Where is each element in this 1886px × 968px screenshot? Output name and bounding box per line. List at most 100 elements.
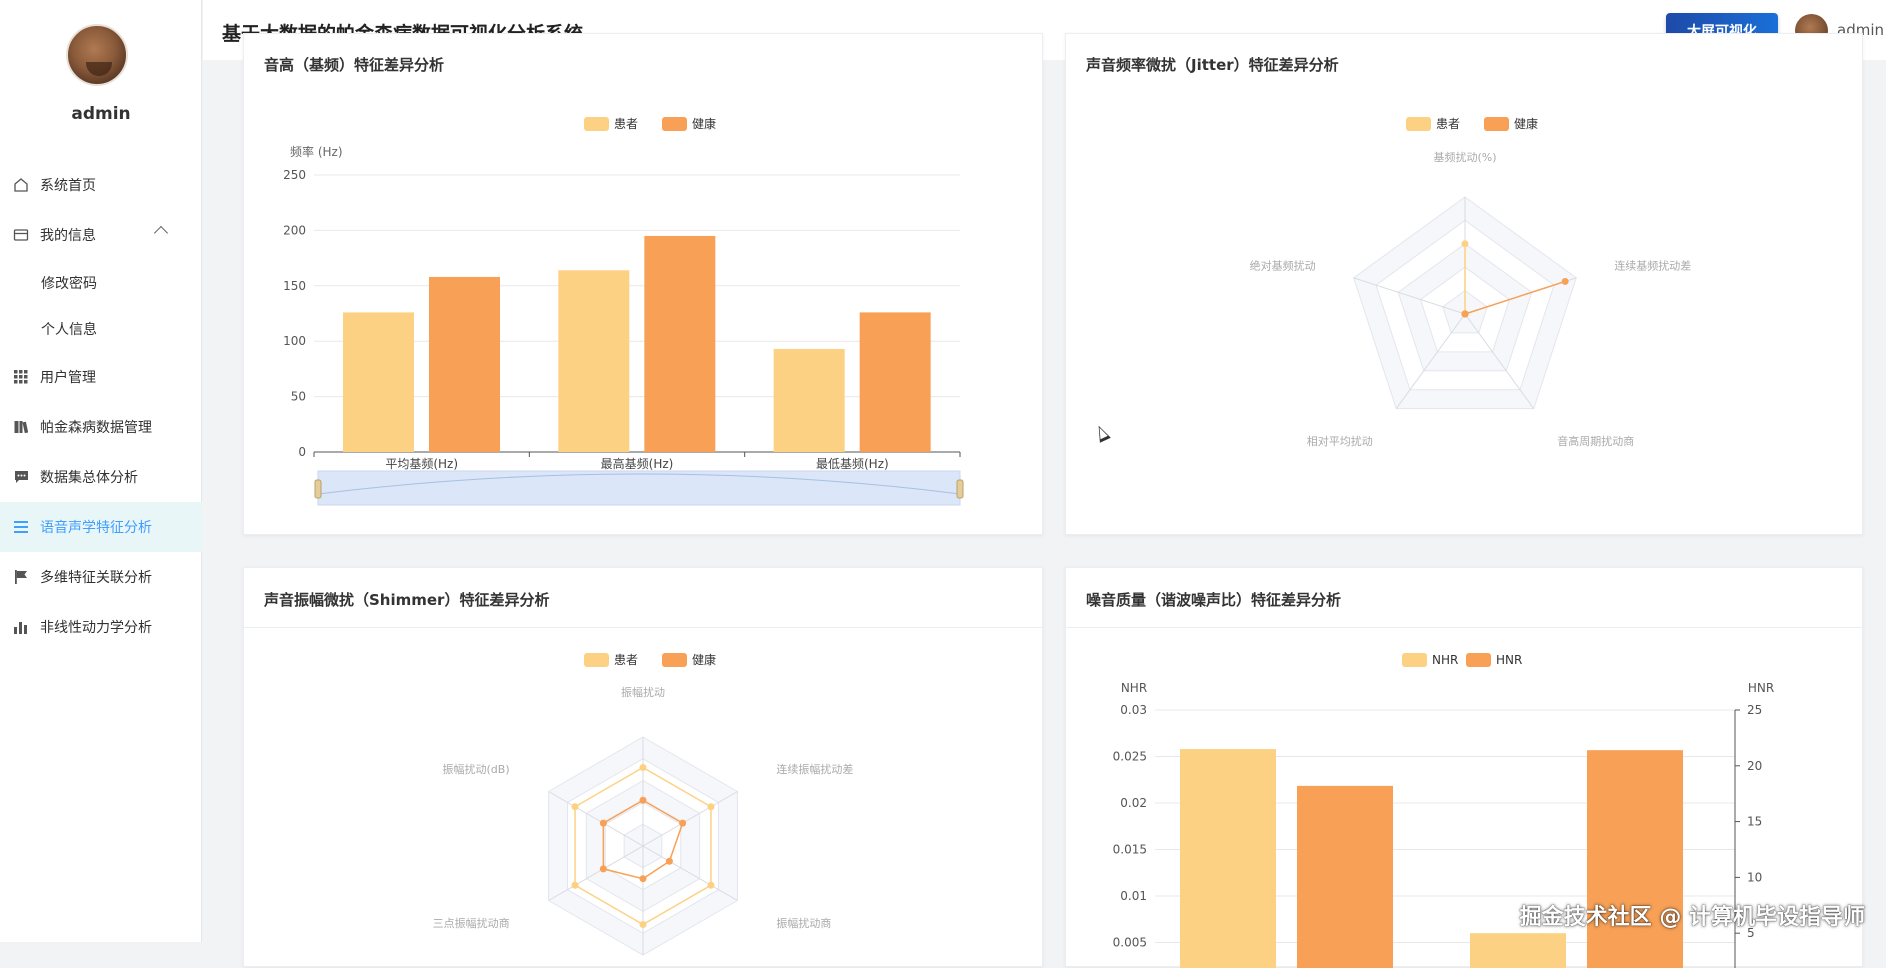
- radar-indicator-label: 音高周期扰动商: [1557, 434, 1634, 448]
- sidebar-item-parkinson-data[interactable]: 帕金森病数据管理: [0, 402, 202, 452]
- y-tick-label: 150: [283, 279, 306, 293]
- radar-point: [1562, 278, 1569, 285]
- radar-point: [640, 875, 647, 882]
- y-tick-label: 0: [298, 445, 306, 459]
- x-tick-label: 平均基频(Hz): [385, 457, 458, 471]
- datazoom-slider: [318, 471, 960, 505]
- radar-indicator-label: 相对平均扰动: [1307, 434, 1373, 448]
- y-tick-label-left: 0.005: [1113, 936, 1147, 950]
- legend-swatch: [584, 653, 609, 667]
- legend-swatch: [1466, 653, 1491, 667]
- legend-label: 患者: [614, 117, 638, 131]
- datazoom-handle-right: [957, 480, 963, 498]
- sidebar-item-label: 我的信息: [40, 225, 96, 245]
- user-avatar[interactable]: [66, 24, 128, 86]
- sidebar-item-nonlinear[interactable]: 非线性动力学分析: [0, 602, 202, 652]
- y-tick-label: 50: [291, 390, 306, 404]
- bar-patient: [558, 270, 629, 452]
- sidebar-item-my-info[interactable]: 我的信息: [0, 210, 202, 260]
- card-icon: [13, 227, 29, 243]
- bar-healthy: [860, 312, 931, 452]
- book-icon: [13, 419, 29, 435]
- y-tick-label-right: 20: [1747, 759, 1762, 773]
- legend-swatch: [584, 117, 609, 131]
- x-tick-label: 最高基频(Hz): [601, 456, 674, 471]
- radar-point: [572, 803, 579, 810]
- shimmer-chart-card: 声音振幅微扰（Shimmer）特征差异分析 患者健康振幅扰动连续振幅扰动差振幅扰…: [243, 567, 1043, 967]
- y-tick-label-left: 0.025: [1113, 750, 1147, 764]
- jitter-radar-chart[interactable]: 患者健康基频扰动(%)连续基频扰动差音高周期扰动商相对平均扰动绝对基频扰动: [1066, 34, 1864, 536]
- list-icon: [13, 519, 29, 535]
- bar-healthy: [429, 277, 500, 452]
- radar-indicator-label: 三点振幅扰动商: [433, 916, 510, 930]
- radar-point: [707, 803, 714, 810]
- legend-label: 健康: [692, 652, 716, 667]
- legend-swatch: [662, 117, 687, 131]
- sidebar-item-voice-acoustic[interactable]: 语音声学特征分析: [0, 502, 202, 552]
- radar-indicator-label: 连续振幅扰动差: [776, 762, 853, 776]
- bar-nhr: [1470, 933, 1566, 968]
- legend-swatch: [1406, 117, 1431, 131]
- legend-label: NHR: [1432, 653, 1458, 667]
- legend-label: 患者: [1436, 117, 1460, 131]
- sidebar-item-label: 系统首页: [40, 175, 96, 195]
- sidebar-item-home[interactable]: 系统首页: [0, 160, 202, 210]
- pitch-bar-chart[interactable]: 患者健康频率 (Hz)050100150200250平均基频(Hz)最高基频(H…: [244, 34, 1044, 536]
- chevron-up-icon: [154, 226, 168, 240]
- y-axis-label: 频率 (Hz): [290, 144, 343, 159]
- pitch-chart-card: 音高（基频）特征差异分析 患者健康频率 (Hz)050100150200250平…: [243, 33, 1043, 535]
- y-tick-label-left: 0.02: [1120, 796, 1147, 810]
- radar-indicator-label: 基频扰动(%): [1433, 150, 1496, 164]
- radar-indicator-label: 振幅扰动: [621, 685, 665, 699]
- radar-point: [1462, 311, 1469, 318]
- datazoom-handle-left: [315, 480, 321, 498]
- radar-point: [1462, 240, 1469, 247]
- grid-icon: [13, 369, 29, 385]
- legend-swatch: [1484, 117, 1509, 131]
- sidebar-menu: 系统首页 我的信息 修改密码 个人信息 用户管理 帕金森病数据管理: [0, 160, 202, 652]
- bar-patient: [774, 349, 845, 452]
- radar-point: [666, 858, 673, 865]
- bar-chart-icon: [13, 619, 29, 635]
- flag-icon: [13, 569, 29, 585]
- sidebar-item-multidim[interactable]: 多维特征关联分析: [0, 552, 202, 602]
- sidebar-item-dataset-analysis[interactable]: 数据集总体分析: [0, 452, 202, 502]
- bar-hnr: [1297, 786, 1393, 968]
- radar-point: [572, 882, 579, 889]
- radar-point: [707, 882, 714, 889]
- sidebar-item-users[interactable]: 用户管理: [0, 352, 202, 402]
- shimmer-radar-chart[interactable]: 患者 健康振幅扰动连续振幅扰动差振幅扰动商 三点振幅扰动商 振幅扰动(dB): [244, 568, 1044, 968]
- sidebar-item-label: 帕金森病数据管理: [40, 417, 152, 437]
- legend-swatch: [662, 653, 687, 667]
- radar-indicator-label: 振幅扰动商: [776, 916, 831, 930]
- legend-label: HNR: [1496, 653, 1522, 667]
- radar-indicator-label: 绝对基频扰动: [1250, 258, 1316, 272]
- radar-point: [640, 764, 647, 771]
- legend-label: 患者: [614, 653, 638, 667]
- sidebar-item-personal-info[interactable]: 个人信息: [0, 306, 202, 352]
- sidebar-username: admin: [0, 104, 202, 124]
- bar-nhr: [1180, 749, 1276, 968]
- sidebar-item-label: 数据集总体分析: [40, 467, 138, 487]
- sidebar: admin 系统首页 我的信息 修改密码 个人信息 用户管理: [0, 0, 202, 942]
- y-tick-label-left: 0.015: [1113, 843, 1147, 857]
- sidebar-item-label: 用户管理: [40, 367, 96, 387]
- radar-point: [640, 921, 647, 928]
- bar-healthy: [644, 236, 715, 452]
- sidebar-item-label: 个人信息: [41, 319, 97, 339]
- radar-point: [600, 865, 607, 872]
- sidebar-item-change-password[interactable]: 修改密码: [0, 260, 202, 306]
- bar-patient: [343, 312, 414, 452]
- legend-label: 健康: [1514, 116, 1538, 131]
- y-tick-label: 200: [283, 223, 306, 237]
- home-icon: [13, 177, 29, 193]
- jitter-chart-card: 声音频率微扰（Jitter）特征差异分析 患者健康基频扰动(%)连续基频扰动差音…: [1065, 33, 1863, 535]
- legend-label: 健康: [692, 116, 716, 131]
- y-tick-label-left: 0.01: [1120, 889, 1147, 903]
- sidebar-item-label: 语音声学特征分析: [40, 517, 152, 537]
- sidebar-item-label: 非线性动力学分析: [40, 617, 152, 637]
- radar-point: [600, 820, 607, 827]
- radar-indicator-label: 振幅扰动(dB): [443, 762, 510, 776]
- y-axis-label-left: NHR: [1121, 681, 1147, 695]
- y-tick-label: 250: [283, 168, 306, 182]
